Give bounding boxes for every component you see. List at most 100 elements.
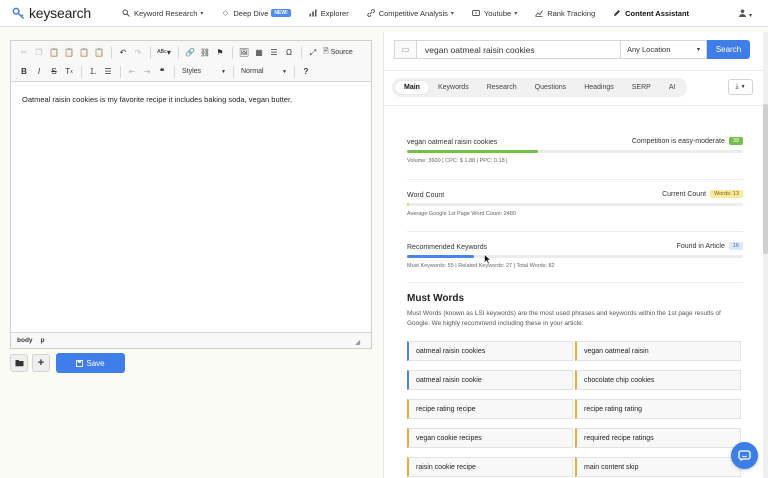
spellcheck-icon[interactable]: ᴬᴮᶜ▾ <box>155 46 173 60</box>
editor-content[interactable]: Oatmeal raisin cookies is my favorite re… <box>11 82 371 331</box>
numbered-list-icon[interactable]: ⒈ <box>86 65 100 79</box>
copy-icon[interactable]: ❐ <box>32 46 46 60</box>
export-button[interactable]: ⤓ ▼ <box>728 79 753 95</box>
undo-icon[interactable]: ↶ <box>116 46 130 60</box>
tab-keywords[interactable]: Keywords <box>429 81 478 94</box>
tab-questions[interactable]: Questions <box>526 81 576 94</box>
italic-icon[interactable]: I <box>32 65 46 79</box>
nav-deep-dive[interactable]: ◇ Deep Dive NEW! <box>221 8 291 18</box>
nav-content-assistant[interactable]: Content Assistant <box>613 9 689 18</box>
folder-button[interactable]: ▭ <box>394 40 416 59</box>
nav-label: Content Assistant <box>625 8 690 18</box>
maximize-icon[interactable]: ⤢ <box>306 46 320 60</box>
path-p[interactable]: p <box>41 337 45 344</box>
search-button[interactable]: Search <box>707 40 750 59</box>
must-word-chip[interactable]: raisin cookie recipe <box>407 457 573 477</box>
blockquote-icon[interactable]: ❝ <box>155 65 169 79</box>
decrease-indent-icon[interactable]: ⇤ <box>125 65 139 79</box>
paste-icon[interactable]: 📋 <box>47 46 61 60</box>
nav-competitive-analysis[interactable]: Competitive Analysis ▾ <box>367 9 454 18</box>
current-count-label: Current Count <box>662 190 707 198</box>
editor-actions: + Save <box>10 353 125 373</box>
tab-serp[interactable]: SERP <box>623 81 660 94</box>
horizontal-line-icon[interactable]: ☰ <box>267 46 281 60</box>
tab-research[interactable]: Research <box>478 81 526 94</box>
must-word-text: required recipe ratings <box>584 434 654 442</box>
format-dropdown[interactable]: Normal ▼ <box>238 65 290 78</box>
paste-text-icon[interactable]: 📋 <box>62 46 76 60</box>
unlink-icon[interactable]: ⛓ <box>198 46 212 60</box>
must-word-text: oatmeal raisin cookies <box>416 347 486 355</box>
bold-icon[interactable]: B <box>17 65 31 79</box>
special-character-icon[interactable]: Ω <box>282 46 296 60</box>
caret-down-icon: ▾ <box>514 10 518 17</box>
location-select[interactable]: Any Location ▾ <box>621 40 707 59</box>
strikethrough-icon[interactable]: S <box>47 65 61 79</box>
must-word-chip[interactable]: required recipe ratings <box>575 428 741 448</box>
keyword-input[interactable]: vegan oatmeal raisin cookies <box>416 40 621 59</box>
must-word-chip[interactable]: vegan oatmeal raisin <box>575 341 741 361</box>
nav-rank-tracking[interactable]: Rank Tracking <box>535 9 595 18</box>
remove-format-icon[interactable]: Tx <box>62 65 76 79</box>
chart-icon <box>309 9 317 17</box>
must-word-chip[interactable]: vegan cookie recipes <box>407 428 573 448</box>
add-button[interactable]: + <box>32 354 50 372</box>
tab-headings[interactable]: Headings <box>575 81 623 94</box>
resize-handle-icon[interactable]: ◢ <box>355 339 360 346</box>
must-word-chip[interactable]: oatmeal raisin cookie <box>407 370 573 390</box>
paste-from-office-icon[interactable]: 📋 <box>92 46 106 60</box>
must-word-text: raisin cookie recipe <box>416 463 476 471</box>
bulleted-list-icon[interactable]: ☰ <box>101 65 115 79</box>
image-icon[interactable]: 🖼 <box>237 46 251 60</box>
styles-dropdown[interactable]: Styles ▼ <box>179 65 229 78</box>
tab-main[interactable]: Main <box>395 81 429 94</box>
anchor-flag-icon[interactable]: ⚑ <box>213 46 227 60</box>
toolbar-divider <box>232 46 233 59</box>
user-icon <box>738 9 749 19</box>
tab-ai[interactable]: AI <box>660 81 685 94</box>
link-icon[interactable]: 🔗 <box>183 46 197 60</box>
must-word-chip[interactable]: main content skip <box>575 457 741 477</box>
nav-label: Youtube <box>483 8 512 18</box>
must-word-chip[interactable]: oatmeal raisin cookies <box>407 341 573 361</box>
toolbar-divider <box>150 46 151 59</box>
recommended-progress-fill <box>407 255 475 258</box>
must-word-chip[interactable]: chocolate chip cookies <box>575 370 741 390</box>
editor-paragraph[interactable]: Oatmeal raisin cookies is my favorite re… <box>22 95 360 106</box>
caret-down-icon: ▼ <box>740 84 746 90</box>
nav-label: Keyword Research <box>134 8 198 18</box>
source-button[interactable]: 🗎 Source <box>323 47 353 58</box>
scrollbar[interactable] <box>763 32 768 478</box>
table-icon[interactable]: ▦ <box>252 46 266 60</box>
nav-explorer[interactable]: Explorer <box>309 9 349 18</box>
nav-label: Deep Dive <box>233 8 269 18</box>
scrollbar-thumb[interactable] <box>763 104 768 254</box>
link-icon <box>367 9 375 17</box>
paste-word-icon[interactable]: 📋 <box>77 46 91 60</box>
nav-label: Rank Tracking <box>547 8 596 18</box>
cut-icon[interactable]: ✂ <box>17 46 31 60</box>
word-count-label: Word Count <box>407 192 445 199</box>
pen-icon <box>613 9 621 17</box>
divider <box>407 282 743 283</box>
help-icon[interactable]: ? <box>299 65 313 79</box>
nav-keyword-research[interactable]: Keyword Research ▾ <box>122 9 203 18</box>
must-word-chip[interactable]: recipe rating rating <box>575 399 741 419</box>
chat-support-button[interactable] <box>731 442 758 469</box>
path-body[interactable]: body <box>17 337 33 344</box>
caret-down-icon: ▾ <box>450 10 454 17</box>
keyword-input-value: vegan oatmeal raisin cookies <box>425 44 535 55</box>
must-word-chip[interactable]: recipe rating recipe <box>407 399 573 419</box>
nav-youtube[interactable]: Youtube ▾ <box>471 8 518 18</box>
logo[interactable]: keysearch <box>12 5 102 21</box>
redo-icon[interactable]: ↷ <box>131 46 145 60</box>
toolbar-divider <box>233 65 234 78</box>
increase-indent-icon[interactable]: ⇥ <box>140 65 154 79</box>
diamond-icon: ◇ <box>222 10 229 17</box>
user-menu[interactable]: ▾ <box>738 9 752 19</box>
word-count-stats: Average Google 1st Page Word Count: 2480 <box>407 211 516 217</box>
panel-tabs: Main Keywords Research Questions Heading… <box>392 78 688 97</box>
divider <box>384 70 768 71</box>
open-folder-button[interactable] <box>10 354 28 372</box>
save-button[interactable]: Save <box>56 353 125 373</box>
